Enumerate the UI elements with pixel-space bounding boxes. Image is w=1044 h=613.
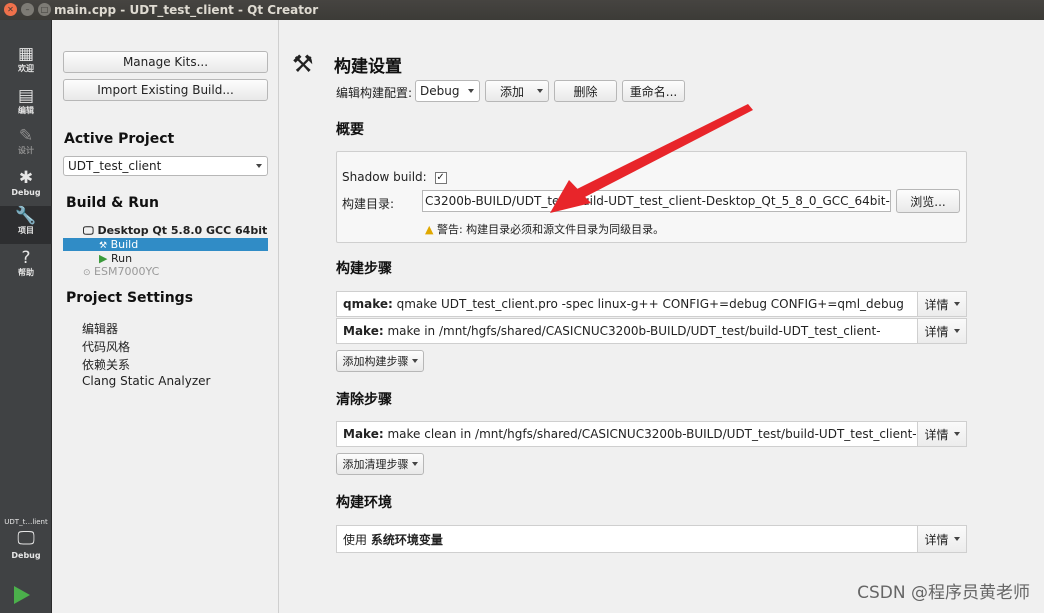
- annotation-arrow: [550, 104, 753, 213]
- arrow-shaft: [575, 104, 753, 198]
